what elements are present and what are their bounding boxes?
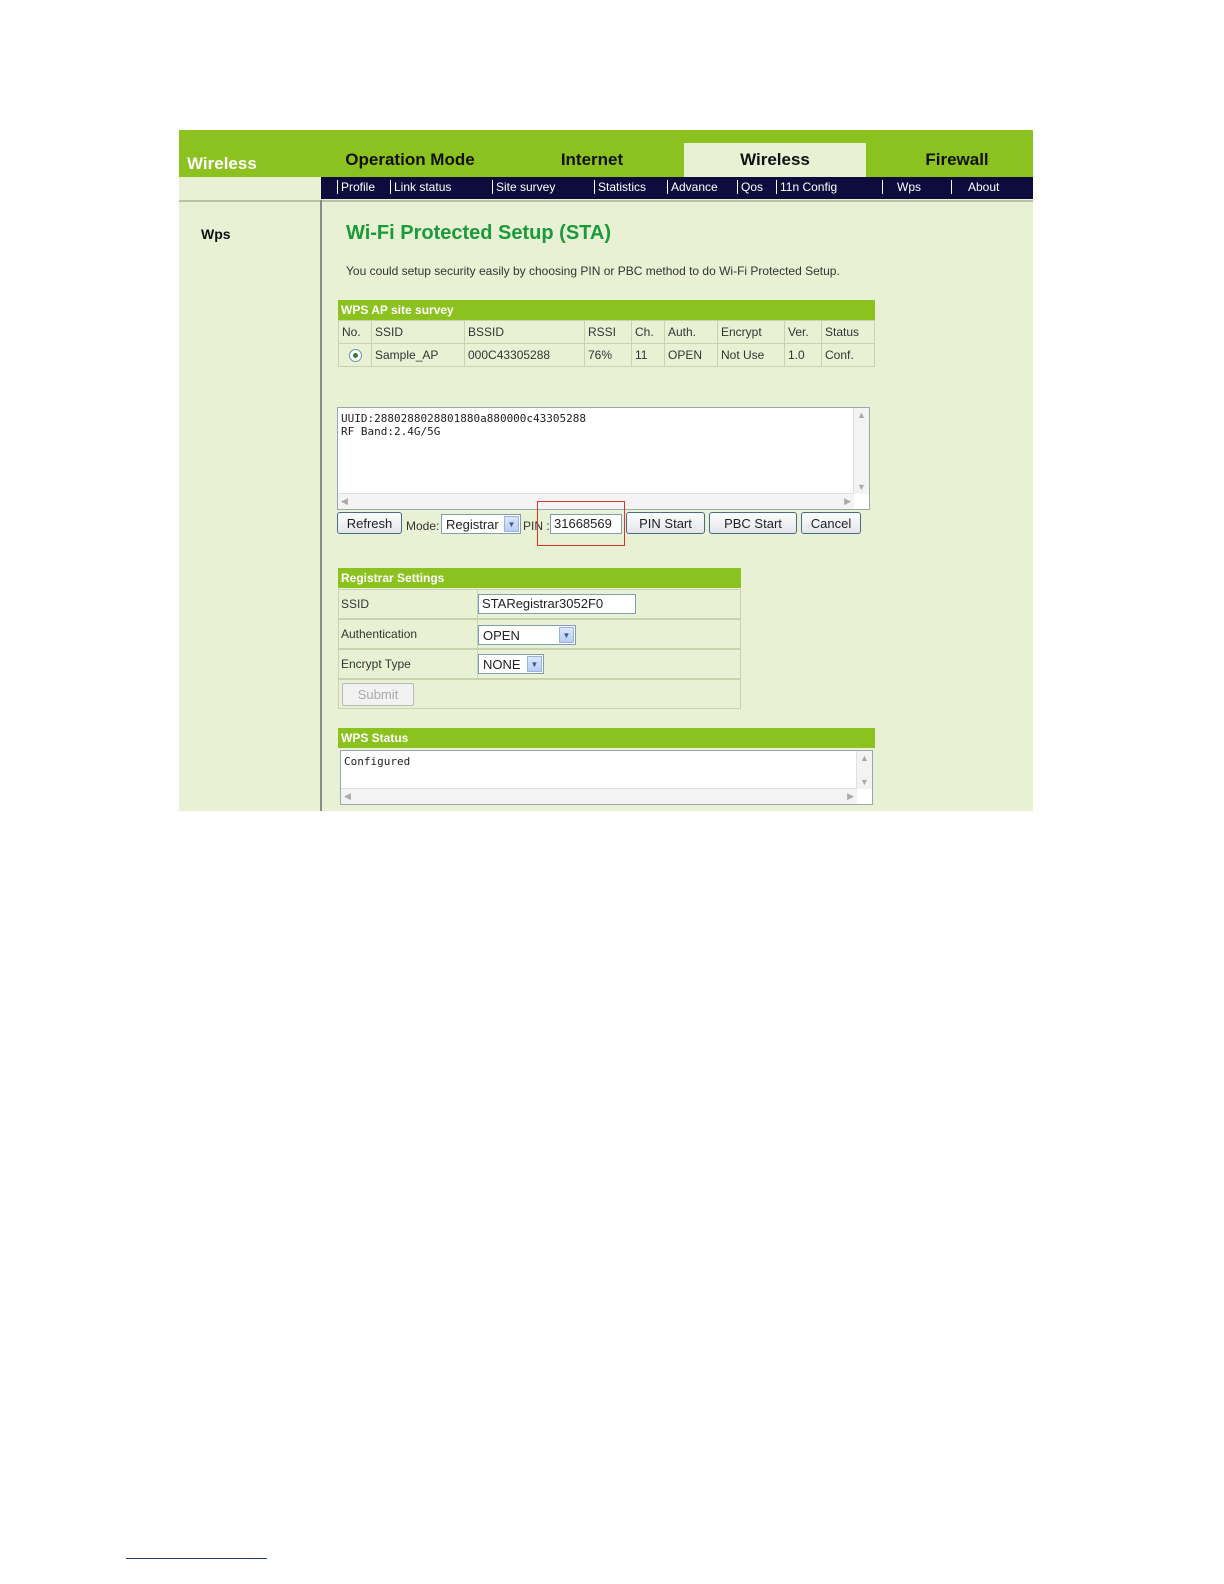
cell-status: Conf.	[821, 343, 875, 367]
col-encrypt: Encrypt	[717, 320, 785, 344]
subnav-site-survey[interactable]: Site survey	[492, 180, 555, 194]
tab-firewall[interactable]: Firewall	[876, 143, 1033, 177]
subnav-about[interactable]: About	[951, 180, 999, 194]
vertical-scrollbar[interactable]: ▲ ▼	[856, 751, 872, 789]
wps-status-title-bar: WPS Status	[338, 728, 875, 748]
cell-auth: OPEN	[664, 343, 718, 367]
subnav-wps[interactable]: Wps	[882, 180, 921, 194]
page-intro: You could setup security easily by choos…	[346, 264, 840, 278]
col-no: No.	[338, 320, 372, 344]
wps-status-textarea[interactable]: Configured ▲ ▼ ◀ ▶	[340, 750, 873, 805]
encrypt-type-label: Encrypt Type	[341, 657, 411, 671]
col-bssid: BSSID	[464, 320, 585, 344]
vertical-scrollbar[interactable]: ▲ ▼	[853, 408, 869, 494]
wps-status-text: Configured	[344, 755, 411, 768]
pin-start-button[interactable]: PIN Start	[626, 512, 705, 534]
tab-operation-mode[interactable]: Operation Mode	[329, 143, 491, 177]
col-ch: Ch.	[631, 320, 665, 344]
ssid-label: SSID	[341, 597, 370, 611]
tab-internet[interactable]: Internet	[511, 143, 673, 177]
submit-button[interactable]: Submit	[342, 683, 414, 706]
header-divider	[179, 200, 1033, 202]
refresh-button[interactable]: Refresh	[337, 512, 402, 534]
page-title: Wi-Fi Protected Setup (STA)	[346, 222, 611, 244]
registrar-ssid-input[interactable]: STARegistrar3052F0	[478, 594, 636, 614]
horizontal-scrollbar[interactable]: ◀ ▶	[341, 788, 857, 804]
pbc-start-button[interactable]: PBC Start	[709, 512, 797, 534]
survey-title-bar: WPS AP site survey	[338, 300, 875, 320]
encrypt-type-select[interactable]: NONE ▼	[478, 654, 544, 674]
sub-navigation: Profile Link status Site survey Statisti…	[321, 177, 1033, 199]
info-line-rf-band: RF Band:2.4G/5G	[341, 425, 441, 438]
survey-table: No. SSID BSSID RSSI Ch. Auth. Encrypt Ve…	[338, 320, 875, 367]
table-header-row: No. SSID BSSID RSSI Ch. Auth. Encrypt Ve…	[338, 320, 875, 344]
table-row[interactable]: Sample_AP 000C43305288 76% 11 OPEN Not U…	[338, 343, 875, 367]
cancel-button[interactable]: Cancel	[801, 512, 861, 534]
chevron-down-icon: ▼	[527, 656, 542, 672]
info-line-uuid: UUID:28802880​28801880a880000c43305288	[341, 412, 587, 425]
tab-wireless[interactable]: Wireless	[684, 143, 866, 177]
ap-radio-button[interactable]	[348, 349, 362, 363]
footnote-rule	[126, 1558, 267, 1559]
authentication-value: OPEN	[483, 628, 520, 643]
subnav-advance[interactable]: Advance	[667, 180, 718, 194]
encrypt-type-value: NONE	[483, 657, 521, 672]
mode-value: Registrar	[446, 517, 499, 532]
section-title: Wireless	[187, 154, 257, 173]
subnav-qos[interactable]: Qos	[737, 180, 763, 194]
header-bar: Wireless Operation Mode Internet Wireles…	[179, 130, 1033, 177]
cell-ch: 11	[631, 343, 665, 367]
subnav-statistics[interactable]: Statistics	[594, 180, 646, 194]
ap-info-textarea[interactable]: UUID:28802880​28801880a880000c43305288 R…	[337, 407, 870, 510]
cell-ver: 1.0	[784, 343, 822, 367]
mode-select[interactable]: Registrar ▼	[441, 514, 521, 534]
cell-encrypt: Not Use	[717, 343, 785, 367]
cell-rssi: 76%	[584, 343, 632, 367]
chevron-down-icon: ▼	[559, 627, 574, 643]
mode-label: Mode:	[406, 519, 440, 533]
sidebar-divider	[320, 200, 322, 811]
router-admin-frame: Wireless Operation Mode Internet Wireles…	[179, 130, 1033, 811]
registrar-title-bar: Registrar Settings	[338, 568, 741, 588]
authentication-select[interactable]: OPEN ▼	[478, 625, 576, 645]
col-rssi: RSSI	[584, 320, 632, 344]
authentication-label: Authentication	[341, 627, 418, 641]
col-auth: Auth.	[664, 320, 718, 344]
col-ver: Ver.	[784, 320, 822, 344]
sidebar-item-wps[interactable]: Wps	[201, 226, 231, 242]
col-status: Status	[821, 320, 875, 344]
col-ssid: SSID	[371, 320, 465, 344]
row-select-cell[interactable]	[338, 343, 372, 367]
subnav-profile[interactable]: Profile	[337, 180, 375, 194]
subnav-11n-config[interactable]: 11n Config	[776, 180, 837, 194]
cell-bssid: 000C43305288	[464, 343, 585, 367]
pin-highlight-box	[537, 501, 625, 546]
chevron-down-icon: ▼	[504, 516, 519, 532]
subnav-link-status[interactable]: Link status	[390, 180, 451, 194]
cell-ssid: Sample_AP	[371, 343, 465, 367]
